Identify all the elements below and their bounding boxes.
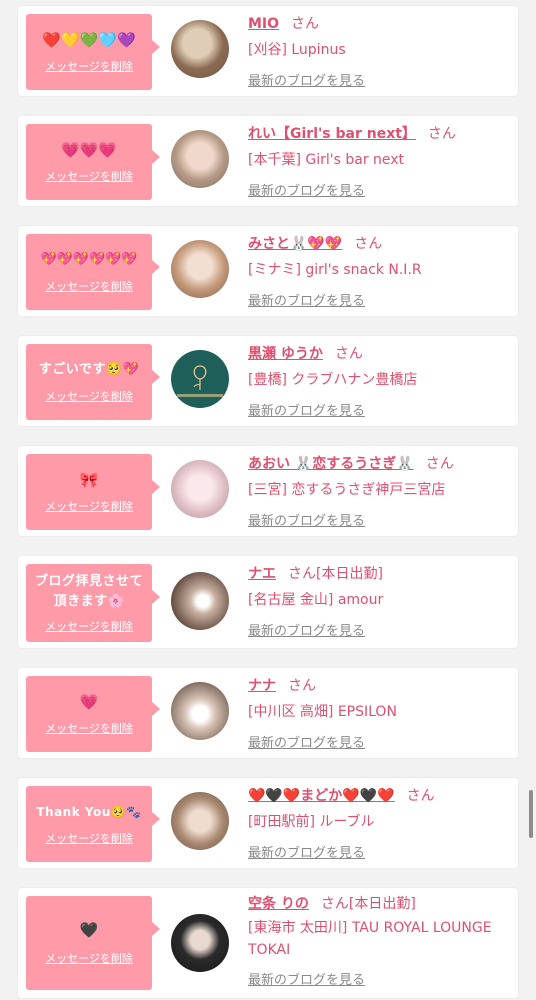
message-text: Thank You🥺🐾 xyxy=(36,805,142,819)
user-name-link[interactable]: MIO xyxy=(248,16,279,32)
message-bubble: すごいです🥺💖 メッセージを削除 xyxy=(26,344,160,420)
honorific: さん xyxy=(354,236,383,252)
avatar[interactable] xyxy=(171,240,229,298)
delete-message-link[interactable]: メッセージを削除 xyxy=(45,168,133,184)
rose-logo-icon xyxy=(177,365,223,397)
shop-name: [東海市 太田川] TAU ROYAL LOUNGE TOKAI xyxy=(248,920,492,958)
list-item: ❤️💛💚🩵💜 メッセージを削除 MIO さん [刈谷] Lupinus 最新のブロ… xyxy=(18,6,518,96)
user-name-link[interactable]: ❤️🖤❤️まどか❤️🖤❤️ xyxy=(248,788,395,804)
message-text: 🖤 xyxy=(79,921,99,939)
avatar[interactable] xyxy=(171,20,229,78)
status-badge: [本日出勤] xyxy=(316,566,383,582)
user-name-link[interactable]: ナナ xyxy=(248,678,276,694)
shop-name: [豊橋] クラブハナン豊橋店 xyxy=(248,372,418,388)
list-item: すごいです🥺💖 メッセージを削除 黒瀬 ゆうか さん [豊橋] クラブハナン豊橋店… xyxy=(18,336,518,426)
shop-name: [刈谷] Lupinus xyxy=(248,42,346,58)
shop-name: [町田駅前] ルーブル xyxy=(248,814,375,830)
message-bubble: 💗💗💗 メッセージを削除 xyxy=(26,124,160,200)
list-item: 💗 メッセージを削除 ナナ さん [中川区 高畑] EPSILON 最新のブログを… xyxy=(18,668,518,758)
shop-name: [三宮] 恋するうさぎ神戸三宮店 xyxy=(248,482,446,498)
list-item: 💖💖💖💖💖💖 メッセージを削除 みさと🐰💖💖 さん [ミナミ] girl's sn… xyxy=(18,226,518,316)
message-text: 💗💗💗 xyxy=(60,141,118,159)
shop-name: [名古屋 金山] amour xyxy=(248,592,384,608)
message-bubble: 🖤 メッセージを削除 xyxy=(26,896,160,990)
message-bubble: ブログ拝見させて頂きます🌸 メッセージを削除 xyxy=(26,564,160,642)
list-item: ブログ拝見させて頂きます🌸 メッセージを削除 ナエ さん[本日出勤] [名古屋 金… xyxy=(18,556,518,648)
latest-blog-link[interactable]: 最新のブログを見る xyxy=(248,510,365,529)
status-badge: [本日出勤] xyxy=(348,896,416,912)
delete-message-link[interactable]: メッセージを削除 xyxy=(45,58,133,74)
list-item: 🖤 メッセージを削除 空条 りの さん[本日出勤] [東海市 太田川] TAU R… xyxy=(18,888,518,998)
message-bubble: ❤️💛💚🩵💜 メッセージを削除 xyxy=(26,14,160,90)
message-text: ❤️💛💚🩵💜 xyxy=(42,31,136,49)
message-text: 🎀 xyxy=(79,471,99,489)
shop-name: [本千葉] Girl's bar next xyxy=(248,152,405,168)
honorific: さん xyxy=(427,126,456,142)
latest-blog-link[interactable]: 最新のブログを見る xyxy=(248,400,365,419)
honorific: さん xyxy=(291,16,320,32)
avatar[interactable] xyxy=(171,914,229,972)
latest-blog-link[interactable]: 最新のブログを見る xyxy=(248,620,365,639)
avatar[interactable] xyxy=(171,350,229,408)
avatar[interactable] xyxy=(171,460,229,518)
delete-message-link[interactable]: メッセージを削除 xyxy=(45,388,133,404)
honorific: さん xyxy=(288,678,316,694)
delete-message-link[interactable]: メッセージを削除 xyxy=(45,950,133,966)
list-item: Thank You🥺🐾 メッセージを削除 ❤️🖤❤️まどか❤️🖤❤️ さん [町田… xyxy=(18,778,518,868)
avatar[interactable] xyxy=(171,682,229,740)
shop-name: [中川区 高畑] EPSILON xyxy=(248,704,397,720)
shop-name: [ミナミ] girl's snack N.I.R xyxy=(248,262,422,278)
latest-blog-link[interactable]: 最新のブログを見る xyxy=(248,842,365,861)
latest-blog-link[interactable]: 最新のブログを見る xyxy=(248,70,365,89)
honorific: さん xyxy=(334,346,363,362)
delete-message-link[interactable]: メッセージを削除 xyxy=(45,498,133,514)
honorific: さん xyxy=(320,896,349,912)
honorific: さん xyxy=(406,788,435,804)
message-bubble: 💗 メッセージを削除 xyxy=(26,676,160,752)
message-list: ❤️💛💚🩵💜 メッセージを削除 MIO さん [刈谷] Lupinus 最新のブロ… xyxy=(0,0,536,1000)
avatar[interactable] xyxy=(171,572,229,630)
scrollbar[interactable] xyxy=(529,790,533,838)
message-text: 💖💖💖💖💖💖 xyxy=(40,252,138,267)
honorific: さん xyxy=(425,456,454,472)
list-item: 🎀 メッセージを削除 あおい 🐰恋するうさぎ🐰 さん [三宮] 恋するうさぎ神戸三… xyxy=(18,446,518,536)
user-name-link[interactable]: ナエ xyxy=(248,566,276,582)
message-bubble: Thank You🥺🐾 メッセージを削除 xyxy=(26,786,160,862)
latest-blog-link[interactable]: 最新のブログを見る xyxy=(248,180,365,199)
list-item: 💗💗💗 メッセージを削除 れい【Girl's bar next】 さん [本千葉]… xyxy=(18,116,518,206)
honorific: さん xyxy=(288,566,316,582)
avatar[interactable] xyxy=(171,792,229,850)
message-text: ブログ拝見させて頂きます🌸 xyxy=(34,574,143,609)
message-bubble: 💖💖💖💖💖💖 メッセージを削除 xyxy=(26,234,160,310)
delete-message-link[interactable]: メッセージを削除 xyxy=(45,830,133,846)
latest-blog-link[interactable]: 最新のブログを見る xyxy=(248,969,365,988)
delete-message-link[interactable]: メッセージを削除 xyxy=(45,720,133,736)
user-name-link[interactable]: 黒瀬 ゆうか xyxy=(248,346,323,362)
user-name-link[interactable]: れい【Girl's bar next】 xyxy=(248,126,416,142)
delete-message-link[interactable]: メッセージを削除 xyxy=(45,618,133,634)
message-text: 💗 xyxy=(79,693,99,711)
delete-message-link[interactable]: メッセージを削除 xyxy=(45,278,133,294)
user-name-link[interactable]: みさと🐰💖💖 xyxy=(248,236,342,252)
user-name-link[interactable]: あおい 🐰恋するうさぎ🐰 xyxy=(248,456,414,472)
user-name-link[interactable]: 空条 りの xyxy=(248,896,309,912)
avatar[interactable] xyxy=(171,130,229,188)
latest-blog-link[interactable]: 最新のブログを見る xyxy=(248,732,365,751)
message-bubble: 🎀 メッセージを削除 xyxy=(26,454,160,530)
message-text: すごいです🥺💖 xyxy=(38,362,140,377)
latest-blog-link[interactable]: 最新のブログを見る xyxy=(248,290,365,309)
